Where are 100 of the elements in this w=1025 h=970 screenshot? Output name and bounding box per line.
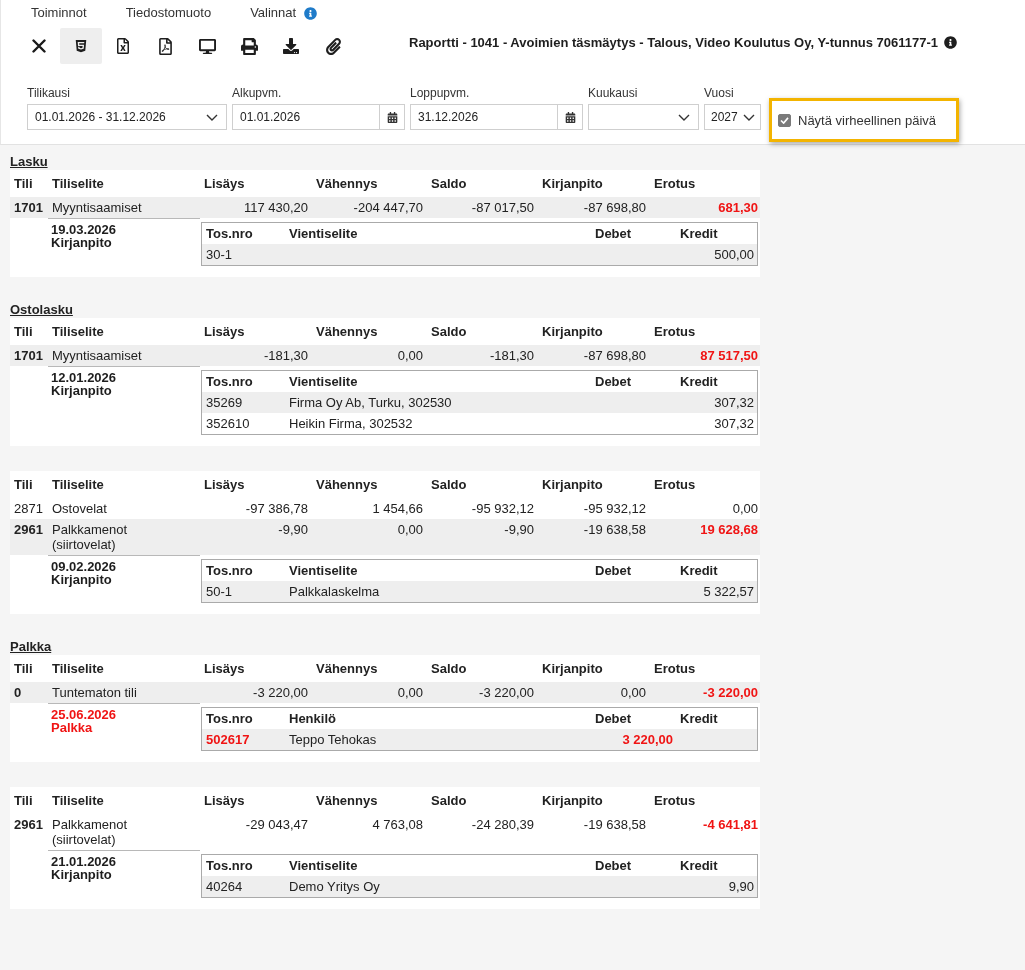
column-header: Debet bbox=[594, 858, 633, 873]
entry-date: 19.03.2026 bbox=[51, 223, 117, 236]
column-header: Saldo bbox=[430, 660, 468, 677]
column-header: Kirjanpito bbox=[541, 476, 604, 493]
table-cell-text: -3 220,00 bbox=[478, 685, 535, 700]
table-cell-text: 40264 bbox=[205, 879, 244, 894]
table-cell-text: 4 763,08 bbox=[371, 817, 424, 834]
table-cell-text: -24 280,39 bbox=[470, 817, 535, 834]
table-cell-text: 1 454,66 bbox=[371, 501, 424, 516]
column-header: Debet bbox=[594, 226, 633, 241]
table-cell-text: 2961 bbox=[13, 522, 44, 539]
table-cell-text: Heikin Firma, 302532 bbox=[288, 416, 414, 431]
checkbox[interactable] bbox=[778, 113, 791, 127]
html-export-button[interactable] bbox=[60, 28, 102, 64]
column-header: Henkilö bbox=[288, 711, 337, 726]
column-header: Kirjanpito bbox=[541, 323, 604, 340]
column-header: Vähennys bbox=[315, 792, 379, 809]
table-cell-text: Palkkalaskelma bbox=[288, 584, 381, 599]
column-header: Erotus bbox=[653, 323, 697, 340]
table-cell-text: 2871 bbox=[13, 501, 44, 516]
table-cell-text: 307,32 bbox=[713, 416, 755, 431]
calendar-icon bbox=[386, 111, 398, 123]
column-header: Kirjanpito bbox=[541, 660, 604, 677]
column-header: Kirjanpito bbox=[541, 175, 604, 192]
table-cell-text: Palkkamenot (siirtovelat) bbox=[51, 817, 129, 847]
entry-date: 12.01.2026 bbox=[51, 371, 117, 384]
column-header: Tili bbox=[13, 175, 34, 192]
table-cell-text: 1701 bbox=[13, 200, 44, 215]
pdf-file-icon bbox=[156, 37, 174, 55]
table-cell-text: 307,32 bbox=[713, 395, 755, 410]
column-header: Tiliselite bbox=[51, 323, 105, 340]
column-header: Tiliselite bbox=[51, 175, 105, 192]
table-cell-text: Tuntematon tili bbox=[51, 685, 138, 700]
calendar-icon bbox=[564, 111, 576, 123]
column-header: Vähennys bbox=[315, 175, 379, 192]
column-header: Tos.nro bbox=[205, 858, 254, 873]
table-cell-text: -19 638,58 bbox=[582, 522, 647, 539]
column-header: Vientiselite bbox=[288, 226, 359, 241]
info-icon[interactable] bbox=[944, 35, 958, 49]
column-header: Lisäys bbox=[203, 175, 246, 192]
column-header: Kredit bbox=[679, 226, 719, 241]
column-header: Erotus bbox=[653, 660, 697, 677]
section-title: Ostolasku bbox=[10, 302, 73, 318]
table-cell-text: -19 638,58 bbox=[582, 817, 647, 834]
dropdown[interactable]: 01.01.2026 - 31.12.2026 bbox=[27, 104, 227, 130]
table-cell-text: 0,00 bbox=[396, 348, 424, 363]
chevron-down-icon bbox=[743, 113, 755, 121]
column-header: Kirjanpito bbox=[541, 792, 604, 809]
menu-tab[interactable]: Valinnat bbox=[250, 5, 297, 21]
column-header: Tili bbox=[13, 323, 34, 340]
table-cell-text: Palkkamenot (siirtovelat) bbox=[51, 522, 129, 552]
table-cell-text: 30-1 bbox=[205, 247, 234, 262]
table-cell-text: 9,90 bbox=[727, 879, 755, 894]
table-cell-text: 1701 bbox=[13, 348, 44, 363]
table-cell-text: Ostovelat bbox=[51, 501, 108, 516]
column-header: Tili bbox=[13, 660, 34, 677]
table-cell-text: -95 932,12 bbox=[470, 501, 535, 516]
column-header: Tiliselite bbox=[51, 792, 105, 809]
column-header: Kredit bbox=[679, 858, 719, 873]
menu-tab[interactable]: Tiedostomuoto bbox=[125, 5, 212, 21]
table-cell-text: Demo Yritys Oy bbox=[288, 879, 381, 894]
table-cell-text: 0,00 bbox=[396, 522, 424, 539]
field-label: Loppupvm. bbox=[410, 86, 471, 100]
table-cell-text: 87 517,50 bbox=[699, 348, 759, 363]
column-header: Tiliselite bbox=[51, 476, 105, 493]
table-cell-text: 35269 bbox=[205, 395, 244, 410]
calendar-button[interactable] bbox=[558, 104, 583, 130]
column-header: Saldo bbox=[430, 323, 468, 340]
column-header: Debet bbox=[594, 711, 633, 726]
table-cell-text: 117 430,20 bbox=[242, 200, 309, 215]
table-cell-text: Teppo Tehokas bbox=[288, 732, 378, 747]
column-header: Vientiselite bbox=[288, 858, 359, 873]
table-cell-text: Myyntisaamiset bbox=[51, 348, 143, 363]
table-cell-text: -87 698,80 bbox=[582, 200, 647, 215]
column-header: Debet bbox=[594, 563, 633, 578]
calendar-button[interactable] bbox=[380, 104, 405, 130]
table-cell-text: -29 043,47 bbox=[244, 817, 309, 834]
table-cell-text: -181,30 bbox=[262, 348, 309, 363]
dropdown[interactable]: 2027 bbox=[704, 104, 761, 130]
column-header: Saldo bbox=[430, 476, 468, 493]
date-input[interactable]: 31.12.2026 bbox=[410, 104, 558, 130]
entry-source: Kirjanpito bbox=[51, 573, 112, 586]
field-label: Kuukausi bbox=[588, 86, 639, 100]
spreadsheet-file-icon bbox=[115, 38, 131, 54]
column-header: Erotus bbox=[653, 792, 697, 809]
table-cell-text: 502617 bbox=[205, 732, 251, 747]
table-cell-text: -3 220,00 bbox=[252, 685, 309, 700]
column-header: Debet bbox=[594, 374, 633, 389]
entry-source: Kirjanpito bbox=[51, 384, 112, 397]
entry-source: Kirjanpito bbox=[51, 868, 112, 881]
column-header: Saldo bbox=[430, 792, 468, 809]
date-input[interactable]: 01.01.2026 bbox=[232, 104, 380, 130]
column-header: Kredit bbox=[679, 563, 719, 578]
table-cell-text: 0,00 bbox=[396, 685, 424, 700]
field-label: Tilikausi bbox=[27, 86, 71, 100]
menu-tab[interactable]: Toiminnot bbox=[31, 5, 87, 21]
table-cell-text: -87 698,80 bbox=[582, 348, 647, 363]
paperclip-icon bbox=[324, 37, 342, 55]
entry-date: 25.06.2026 bbox=[51, 708, 117, 721]
column-header: Erotus bbox=[653, 476, 697, 493]
